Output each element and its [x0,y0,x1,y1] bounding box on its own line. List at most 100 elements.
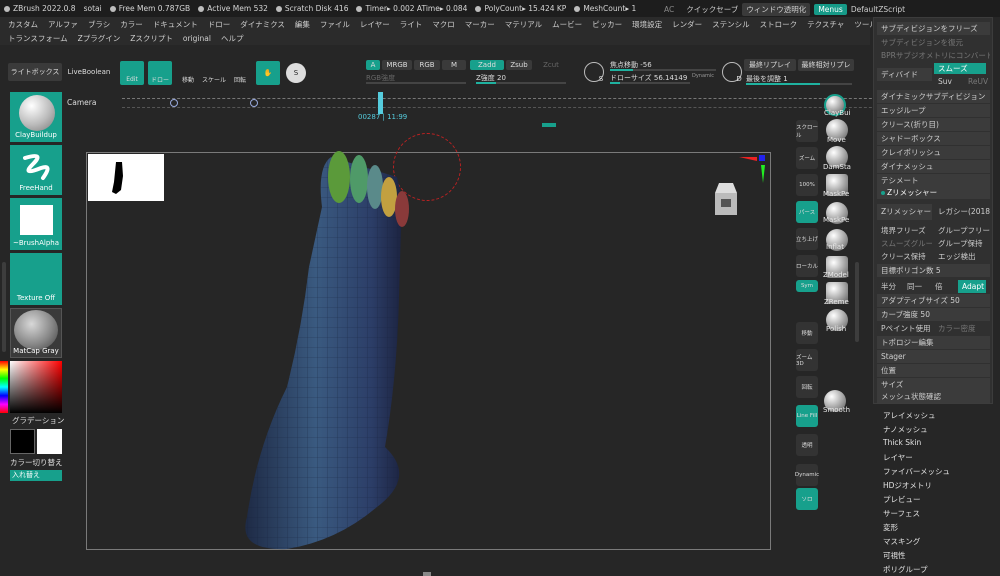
material-selector[interactable]: MatCap Gray [10,308,62,358]
menu-item[interactable]: レイヤー [360,19,390,30]
menu-item[interactable]: カラー [120,19,143,30]
same-button[interactable]: 同一 [903,280,929,293]
shadowbox-header[interactable]: シャドーボックス [877,132,990,145]
menu-item[interactable]: ドキュメント [153,19,198,30]
subpalette-item[interactable]: ファイバーメッシュ [883,466,950,477]
z-intensity-slider[interactable]: Z強度 20 [476,73,566,84]
hue-strip[interactable] [0,361,8,413]
bottom-scroll-handle[interactable] [423,572,431,576]
menu-item[interactable]: 編集 [295,19,310,30]
menu-item[interactable]: Zスクリプト [130,33,173,44]
topology-edit-header[interactable]: トポロジー編集 [877,336,990,349]
xyz-sym-button[interactable]: Sym [796,280,818,292]
main-color-swatch[interactable] [10,429,35,454]
floor-button[interactable]: 立ち上げ [796,228,818,250]
legacy-button[interactable]: レガシー(2018) [934,204,990,220]
zcut-button[interactable]: Zcut [536,60,566,70]
texture-selector[interactable]: Texture Off [10,253,62,305]
stroke-d-icon[interactable]: D [722,62,742,83]
divide-button[interactable]: ディバイド [877,68,932,81]
suv-toggle[interactable]: Suv [934,76,954,87]
menu-item[interactable]: ヘルプ [221,33,244,44]
draw-size-slider[interactable]: ドローサイズ 56.14149 [610,73,690,84]
scale-mode-button[interactable]: スケール [202,61,226,85]
menu-item[interactable]: ムービー [552,19,582,30]
mesh-integrity-header[interactable]: メッシュ状態確認 [877,390,990,403]
position-header[interactable]: 位置 [877,364,990,377]
detect-edges-button[interactable]: エッジ検出 [934,250,990,263]
zsub-button[interactable]: Zsub [506,60,532,70]
menu-item[interactable]: ファイル [320,19,350,30]
dynamic-subdiv-header[interactable]: ダイナミックサブディビジョン [877,90,990,103]
crease-header[interactable]: クリース(折り目) [877,118,990,131]
smooth-toggle[interactable]: スムーズ [934,63,986,74]
a-button[interactable]: A [366,60,380,70]
subpalette-item[interactable]: Thick Skin [883,438,921,447]
menu-item[interactable]: マクロ [432,19,455,30]
menus-button[interactable]: Menus [814,4,847,15]
smooth-groups-slider[interactable]: スムーズグルー [877,237,932,250]
gizmo-hand-icon[interactable]: ✋ [256,61,280,85]
timeline-scroll-thumb[interactable] [542,123,556,127]
adaptive-size-slider[interactable]: アダプティブサイズ 50 [877,294,990,307]
move-view-button[interactable]: 移動 [796,322,818,344]
swap-colors-button[interactable]: 入れ替え [10,470,62,481]
alpha-selector[interactable]: ~BrushAlpha [10,198,62,250]
axis-gizmo-icon[interactable] [739,153,769,183]
subpalette-item[interactable]: ナノメッシュ [883,424,928,435]
rotate-view-button[interactable]: 回転 [796,376,818,398]
menu-item[interactable]: カスタム [8,19,38,30]
adjust-last-slider[interactable]: 最後を調整 1 [746,74,852,85]
dynamic-button[interactable]: Dynamic [690,71,716,81]
half-button[interactable]: 半分 [877,280,899,293]
default-zscript-button[interactable]: DefaultZScript [851,5,905,14]
m-button[interactable]: M [442,60,466,70]
adapt-toggle[interactable]: Adapt [958,280,986,293]
rgb-intensity-slider[interactable]: RGB強度 [366,73,466,84]
draw-mode-button[interactable]: ドロー [148,61,172,85]
color-switch-button[interactable]: カラー切り替え [10,457,63,468]
canvas-viewport[interactable] [86,133,771,550]
menu-item[interactable]: ステンシル [712,19,750,30]
mrgb-button[interactable]: MRGB [382,60,412,70]
rgb-button[interactable]: RGB [414,60,440,70]
keep-creases-button[interactable]: クリース保持 [877,250,932,263]
edit-mode-button[interactable]: Edit [120,61,144,85]
menu-item[interactable]: ライト [400,19,423,30]
freeze-groups-button[interactable]: グループフリー [934,224,990,237]
freeze-border-button[interactable]: 境界フリーズ [877,224,932,237]
menu-item[interactable]: ドロー [208,19,231,30]
subpalette-item[interactable]: マスキング [883,536,920,547]
liveboolean-button[interactable]: LiveBoolean [66,63,112,81]
foot-model[interactable] [227,147,487,551]
color-picker[interactable] [0,361,62,413]
reuv-toggle[interactable]: ReUV [964,76,988,87]
keep-groups-button[interactable]: グループ保持 [934,237,990,250]
stager-header[interactable]: Stager [877,350,990,363]
use-polypaint-button[interactable]: Pペイント使用 [877,322,932,335]
edgeloop-header[interactable]: エッジループ [877,104,990,117]
focal-shift-slider[interactable]: 焦点移動 -56 [610,60,716,71]
zremesher-button[interactable]: Zリメッシャー [877,204,932,220]
menu-item[interactable]: トランスフォーム [8,33,68,44]
keyframe-marker-1[interactable] [170,99,178,107]
brush-selector[interactable]: ClayBuildup [10,92,62,142]
zadd-button[interactable]: Zadd [470,60,504,70]
subpalette-item[interactable]: 変形 [883,522,898,533]
menu-item[interactable]: マーカー [465,19,495,30]
zoom3d-button[interactable]: ズーム3D [796,349,818,371]
menu-item[interactable]: レンダー [672,19,702,30]
quicksave-button[interactable]: クイックセーブ [686,4,738,15]
menu-item[interactable]: original [183,34,211,43]
scroll-button[interactable]: スクロール [796,120,818,142]
menu-item[interactable]: ダイナミクス [240,19,285,30]
subpalette-item[interactable]: ポリグループ [883,564,928,575]
curve-strength-slider[interactable]: カーブ強度 50 [877,308,990,321]
timeline-playhead[interactable] [378,92,383,114]
dynamic-view-button[interactable]: Dynamic [795,464,819,486]
menu-item[interactable]: マテリアル [505,19,542,30]
stroke-selector[interactable]: FreeHand [10,145,62,195]
subpalette-item[interactable]: HDジオメトリ [883,480,932,491]
subpalette-item[interactable]: プレビュー [883,494,921,505]
navigation-thumbnail[interactable] [88,154,164,201]
